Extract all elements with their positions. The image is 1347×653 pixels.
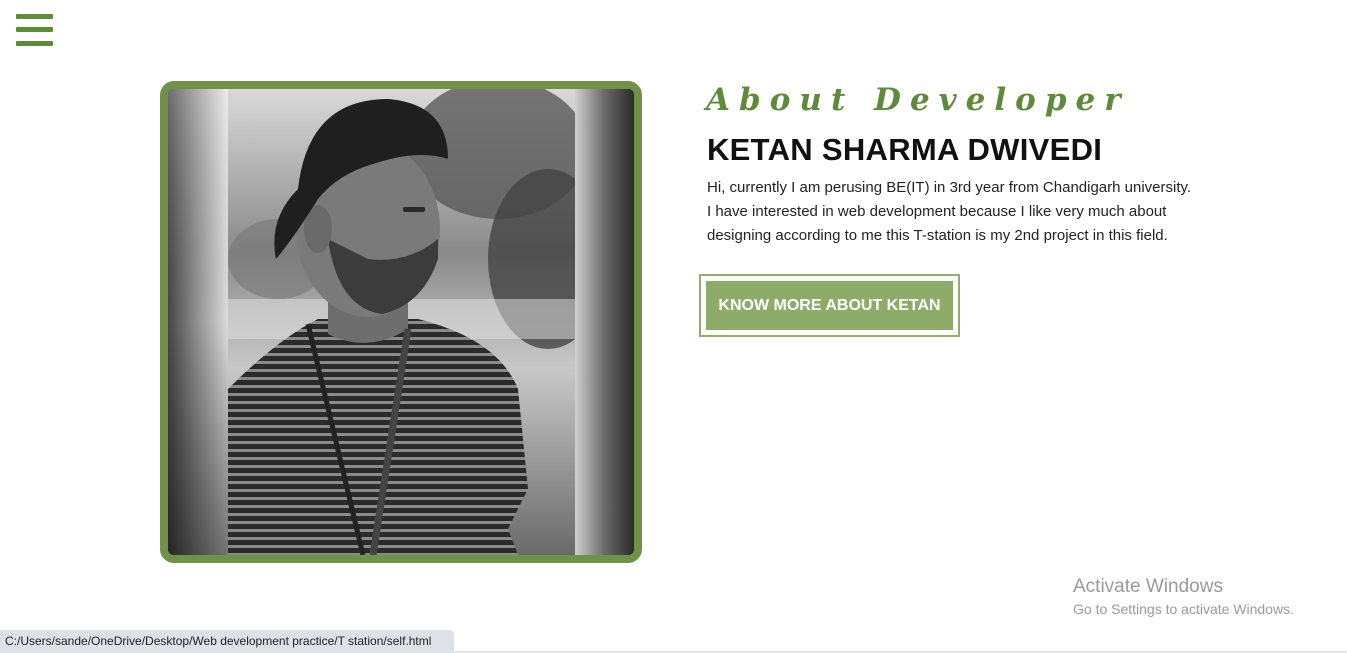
windows-activation-watermark: Activate Windows Go to Settings to activ… xyxy=(1073,576,1294,620)
developer-name: KETAN SHARMA DWIVEDI xyxy=(707,132,1103,167)
developer-photo xyxy=(160,81,642,563)
status-bar-url: C:/Users/sande/OneDrive/Desktop/Web deve… xyxy=(0,630,454,653)
developer-bio: Hi, currently I am perusing BE(IT) in 3r… xyxy=(707,179,1192,244)
about-heading: About Developer xyxy=(706,82,1130,118)
watermark-subtitle: Go to Settings to activate Windows. xyxy=(1073,601,1294,617)
menu-bar xyxy=(16,41,53,46)
menu-bar xyxy=(16,14,53,19)
menu-bar xyxy=(16,27,53,32)
page: About Developer KETAN SHARMA DWIVEDI Hi,… xyxy=(0,0,1347,653)
cta-button-frame: KNOW MORE ABOUT KETAN xyxy=(699,274,960,337)
hamburger-menu-icon[interactable] xyxy=(16,14,54,48)
portrait-image xyxy=(168,89,634,555)
know-more-button[interactable]: KNOW MORE ABOUT KETAN xyxy=(706,281,953,330)
watermark-title: Activate Windows xyxy=(1073,576,1223,597)
